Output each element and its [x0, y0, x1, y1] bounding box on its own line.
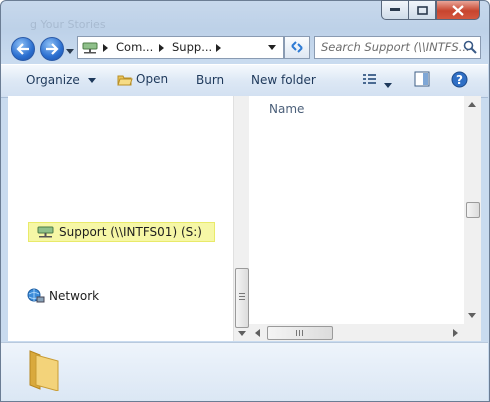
- search-input[interactable]: Search Support (\\INTFS...: [314, 36, 481, 59]
- grip-icon: [296, 330, 303, 336]
- folder-icon: [29, 350, 59, 391]
- scrollbar-thumb[interactable]: [466, 202, 480, 218]
- nav-item-label: Support (\\INTFS01) (S:): [59, 225, 202, 239]
- navigation-pane-scrollbar[interactable]: [233, 96, 250, 341]
- recent-pages-button[interactable]: [66, 44, 74, 58]
- network-icon: [27, 288, 45, 303]
- breadcrumb-separator-icon: [216, 44, 221, 52]
- scroll-left-icon[interactable]: [255, 329, 260, 337]
- organize-label: Organize: [26, 73, 80, 87]
- svg-text:?: ?: [456, 73, 463, 87]
- scrollbar-thumb[interactable]: [235, 268, 249, 328]
- maximize-icon: [416, 5, 428, 15]
- chevron-down-icon: [87, 78, 96, 83]
- breadcrumb-separator-icon: [103, 44, 108, 52]
- forward-button[interactable]: [40, 37, 64, 61]
- nav-item-label: Network: [49, 289, 100, 303]
- close-icon: [452, 4, 464, 16]
- new-folder-button[interactable]: New folder: [251, 73, 316, 87]
- help-icon: ?: [451, 71, 468, 88]
- navigation-pane[interactable]: [8, 96, 233, 341]
- scroll-up-icon[interactable]: [468, 102, 476, 107]
- network-drive-icon: [82, 42, 98, 54]
- change-view-button[interactable]: [362, 73, 378, 88]
- organize-button[interactable]: Organize: [26, 73, 96, 87]
- forward-icon: [46, 43, 59, 55]
- refresh-button[interactable]: [284, 36, 310, 59]
- minimize-icon: [390, 8, 400, 11]
- grip-icon: [239, 293, 245, 300]
- breadcrumb-support[interactable]: Supp...: [172, 40, 212, 54]
- breadcrumb-computer[interactable]: Com...: [116, 40, 153, 54]
- file-list-pane[interactable]: Name: [249, 96, 464, 324]
- file-pane-vertical-scrollbar[interactable]: [464, 96, 481, 324]
- search-icon[interactable]: [463, 40, 477, 54]
- details-pane: [1, 342, 488, 401]
- address-bar[interactable]: Com... Supp...: [77, 36, 284, 59]
- back-icon: [16, 43, 29, 55]
- views-icon: [363, 74, 376, 84]
- breadcrumb-separator-icon: [159, 44, 164, 52]
- column-header-name[interactable]: Name: [269, 102, 304, 116]
- minimize-button[interactable]: [381, 0, 408, 20]
- open-button[interactable]: Open: [117, 72, 168, 87]
- scroll-down-icon[interactable]: [238, 331, 246, 336]
- search-placeholder: Search Support (\\INTFS...: [321, 40, 470, 54]
- view-options-dropdown[interactable]: [384, 77, 392, 91]
- scroll-right-icon[interactable]: [453, 329, 458, 337]
- open-folder-icon: [117, 75, 133, 85]
- open-label: Open: [136, 72, 169, 86]
- caption-buttons: [381, 0, 480, 20]
- history-dropdown-icon: [66, 49, 74, 54]
- scroll-down-icon[interactable]: [468, 313, 476, 318]
- burn-button[interactable]: Burn: [196, 73, 224, 87]
- back-button[interactable]: [11, 37, 35, 61]
- file-pane-horizontal-scrollbar[interactable]: [249, 324, 464, 341]
- close-button[interactable]: [436, 0, 480, 20]
- chevron-down-icon: [384, 83, 392, 88]
- maximize-button[interactable]: [408, 0, 436, 20]
- preview-pane-icon: [414, 71, 430, 87]
- scrollbar-thumb[interactable]: [267, 326, 333, 340]
- preview-pane-button[interactable]: [414, 71, 430, 90]
- network-drive-icon: [37, 226, 54, 238]
- address-dropdown-icon[interactable]: [268, 45, 276, 50]
- refresh-icon: [291, 41, 303, 53]
- help-button[interactable]: ?: [451, 71, 468, 91]
- background-window-title: g Your Stories: [30, 18, 106, 31]
- scrollbar-corner: [464, 324, 481, 341]
